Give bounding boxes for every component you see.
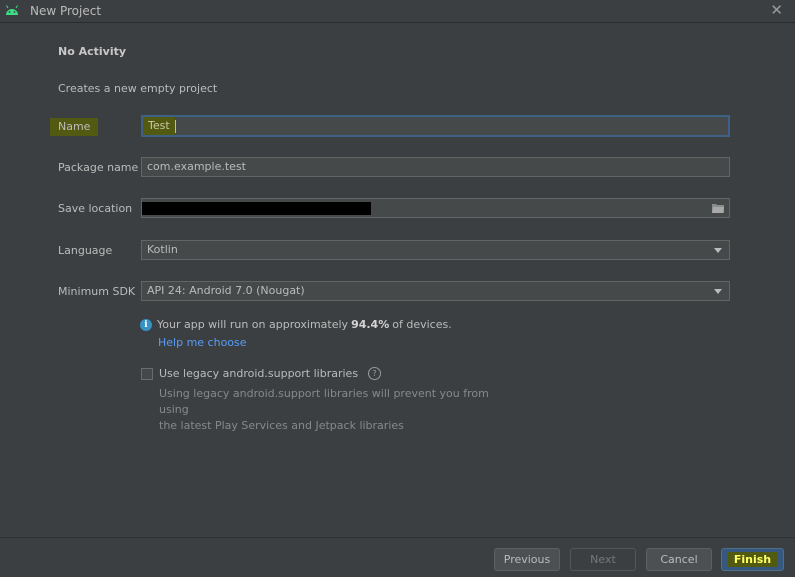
- redacted-path: [142, 202, 371, 215]
- folder-icon[interactable]: [712, 203, 724, 213]
- help-me-choose-link[interactable]: Help me choose: [158, 336, 247, 349]
- template-heading: No Activity: [58, 45, 127, 58]
- name-field[interactable]: Test: [141, 115, 730, 137]
- save-location-label: Save location: [58, 202, 133, 215]
- info-icon: i: [140, 318, 152, 331]
- legacy-libraries-hint: Using legacy android.support libraries w…: [159, 386, 499, 434]
- legacy-libraries-label[interactable]: Use legacy android.support libraries: [159, 367, 358, 380]
- text-caret: [174, 119, 176, 133]
- template-description: Creates a new empty project: [58, 82, 218, 95]
- package-name-value: com.example.test: [147, 160, 246, 173]
- close-icon[interactable]: ✕: [770, 1, 783, 19]
- language-select[interactable]: Kotlin: [141, 240, 730, 260]
- finish-button-label: Finish: [727, 552, 778, 567]
- android-icon: [6, 5, 18, 15]
- window-title: New Project: [30, 4, 102, 18]
- minimum-sdk-value: API 24: Android 7.0 (Nougat): [147, 284, 305, 297]
- package-name-field[interactable]: com.example.test: [141, 157, 730, 177]
- finish-button[interactable]: Finish: [721, 548, 784, 571]
- minimum-sdk-label: Minimum SDK: [58, 285, 136, 298]
- chevron-down-icon: [714, 248, 722, 253]
- question-mark-icon[interactable]: ?: [368, 367, 382, 380]
- title-bar: New Project ✕: [0, 0, 795, 23]
- hint-line: the latest Play Services and Jetpack lib…: [159, 419, 404, 432]
- hint-line: Using legacy android.support libraries w…: [159, 387, 489, 416]
- language-value: Kotlin: [147, 243, 178, 256]
- coverage-prefix: Your app will run on approximately: [157, 318, 349, 331]
- device-coverage-info: i Your app will run on approximately 94.…: [140, 318, 452, 331]
- package-name-label: Package name: [58, 161, 139, 174]
- coverage-suffix: of devices.: [392, 318, 452, 331]
- chevron-down-icon: [714, 289, 722, 294]
- name-value: Test: [143, 117, 175, 135]
- legacy-libraries-checkbox[interactable]: [141, 367, 153, 380]
- next-button[interactable]: Next: [570, 548, 636, 571]
- footer-divider: [0, 537, 795, 538]
- language-label: Language: [58, 244, 113, 257]
- name-label: Name: [50, 118, 99, 136]
- previous-button[interactable]: Previous: [494, 548, 560, 571]
- cancel-button[interactable]: Cancel: [646, 548, 712, 571]
- legacy-libraries-row: Use legacy android.support libraries ?: [141, 367, 382, 380]
- save-location-field[interactable]: [141, 198, 730, 218]
- minimum-sdk-select[interactable]: API 24: Android 7.0 (Nougat): [141, 281, 730, 301]
- new-project-dialog: New Project ✕ No Activity Creates a new …: [0, 0, 795, 577]
- coverage-percent: 94.4%: [351, 318, 390, 331]
